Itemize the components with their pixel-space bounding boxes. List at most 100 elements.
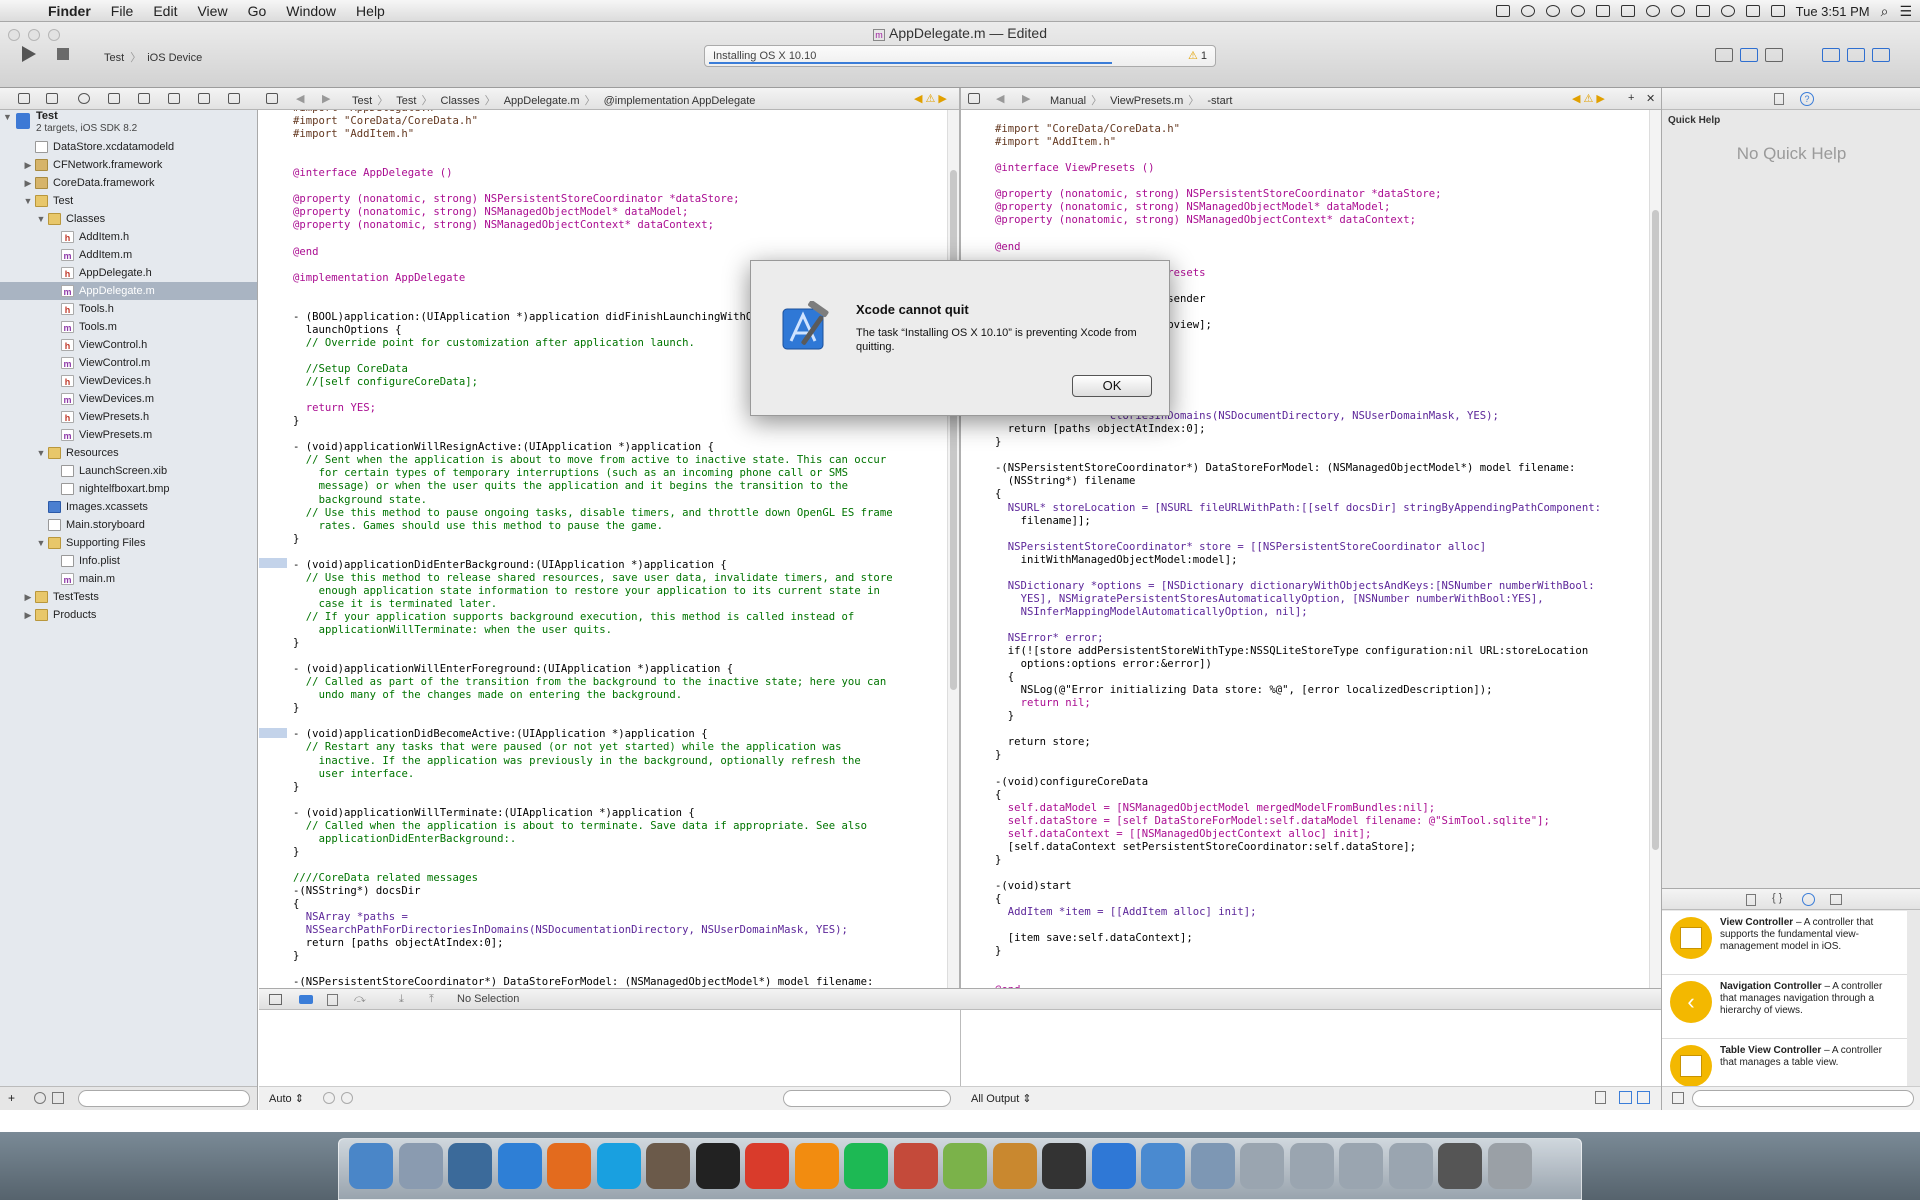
file-tree-item[interactable]: DataStore.xcdatamodeld [0,138,257,156]
forward-arrow-icon-right[interactable]: ▶ [1022,92,1030,105]
disclosure-icon[interactable]: ▼ [36,534,46,552]
debug-area-toggle-icon[interactable] [1847,48,1865,62]
disclosure-icon[interactable]: ▼ [36,444,46,462]
scm-filter-icon[interactable] [52,1092,64,1104]
file-tree-item[interactable]: m AddItem.m [0,246,257,264]
project-navigator-icon[interactable] [18,93,30,104]
dock-item[interactable] [1438,1143,1482,1189]
file-tree-item[interactable]: Images.xcassets [0,498,257,516]
dock-item[interactable] [1289,1143,1334,1189]
dock-item[interactable] [844,1143,888,1189]
file-tree-item[interactable]: h AddItem.h [0,228,257,246]
editor-scrollbar-right[interactable] [1649,110,1661,988]
menu-edit[interactable]: Edit [143,3,187,19]
scroll-thumb[interactable] [1652,210,1659,850]
quick-help-icon[interactable]: ? [1800,92,1814,106]
find-navigator-icon[interactable] [78,93,90,104]
version-editor-icon[interactable] [1765,48,1783,62]
grid-view-icon[interactable] [1672,1092,1684,1104]
ok-button[interactable]: OK [1072,375,1152,397]
media-library-icon[interactable] [1830,894,1842,905]
disclosure-icon[interactable]: ▼ [3,112,12,122]
dock-item[interactable] [398,1143,443,1189]
editor-gutter[interactable] [259,110,289,988]
cloud-icon[interactable] [1545,5,1560,17]
file-tree-item[interactable]: ▶ Products [0,606,257,624]
dock-item[interactable] [1091,1143,1136,1189]
dock-item[interactable] [1487,1143,1532,1189]
clock-text[interactable]: Tue 3:51 PM [1796,4,1870,19]
menu-go[interactable]: Go [238,3,277,19]
clock-icon[interactable] [1670,5,1685,17]
disclosure-icon[interactable]: ▶ [23,606,33,624]
warning-icon[interactable]: ◀ ⚠ ▶ [914,92,947,105]
lock-icon[interactable] [1595,5,1610,17]
flag-icon[interactable] [1770,5,1785,17]
disclosure-icon[interactable]: ▶ [23,174,33,192]
file-tree-item[interactable]: h ViewPresets.h [0,408,257,426]
menu-window[interactable]: Window [276,3,346,19]
bluetooth-icon[interactable] [1695,5,1710,17]
variables-view-icon[interactable] [1619,1091,1632,1104]
dock-item[interactable] [1190,1143,1235,1189]
step-in-icon[interactable]: ⤓ [399,993,404,1006]
file-inspector-icon[interactable] [1774,93,1784,105]
time-machine-icon[interactable] [1570,5,1585,17]
jump-item[interactable]: AppDelegate.m [504,95,580,107]
sync-icon[interactable] [1520,5,1535,17]
forward-arrow-icon[interactable]: ▶ [322,92,330,105]
file-tree-item[interactable]: LaunchScreen.xib [0,462,257,480]
dock-item[interactable] [448,1143,492,1189]
file-tree-item[interactable]: m Tools.m [0,318,257,336]
issue-navigator-icon[interactable] [108,93,120,104]
dock-item[interactable] [1240,1143,1284,1189]
back-arrow-icon-right[interactable]: ◀ [996,92,1004,105]
console-output-select[interactable]: All Output ⇕ [971,1092,1032,1105]
stop-button[interactable] [57,48,69,60]
menu-file[interactable]: File [101,3,144,19]
file-tree-item[interactable]: ▼ Supporting Files [0,534,257,552]
scheme-selector[interactable]: Test 〉 iOS Device [104,49,202,65]
file-tree-item[interactable]: h Tools.h [0,300,257,318]
gutter-marker[interactable] [259,558,287,568]
dock-item[interactable] [695,1143,740,1189]
dock-item[interactable] [547,1143,591,1189]
file-tree-item[interactable]: Info.plist [0,552,257,570]
disclosure-icon[interactable]: ▶ [23,588,33,606]
scroll-thumb[interactable] [950,170,957,690]
battery-icon[interactable] [1620,5,1635,17]
breakpoint-navigator-icon[interactable] [198,93,210,104]
variables-mode-select[interactable]: Auto ⇕ [269,1092,304,1105]
notification-center-icon[interactable]: ☰ [1899,3,1912,20]
disclosure-icon[interactable]: ▼ [36,210,46,228]
back-arrow-icon[interactable]: ◀ [296,92,304,105]
assistant-editor[interactable]: #import "CoreData/CoreData.h" #import "Ad… [961,110,1649,988]
dock-item[interactable] [1141,1143,1185,1189]
file-template-icon[interactable] [1746,894,1756,906]
jump-item[interactable]: Test [396,95,416,107]
primary-editor[interactable]: #import "AppDelegate.h"#import "CoreData… [259,110,947,988]
object-library-icon[interactable] [1802,893,1815,906]
pause-icon[interactable] [327,994,338,1006]
variables-filter-input[interactable] [783,1090,951,1107]
dock-item[interactable] [992,1143,1037,1189]
breakpoints-toggle-icon[interactable] [299,995,313,1004]
dock-item[interactable] [893,1143,938,1189]
file-tree-item[interactable]: ▼ Classes [0,210,257,228]
menu-app-name[interactable]: Finder [38,3,101,19]
file-tree-item[interactable]: ▼ Resources [0,444,257,462]
editor-scrollbar-left[interactable] [947,110,959,988]
recent-filter-icon[interactable] [34,1092,46,1104]
hide-debug-area-icon[interactable] [269,994,282,1005]
file-tree-item[interactable]: m AppDelegate.m [0,282,257,300]
file-tree-item[interactable]: m ViewDevices.m [0,390,257,408]
info-icon[interactable] [341,1092,353,1104]
file-tree-item[interactable]: m ViewPresets.m [0,426,257,444]
run-button[interactable] [22,46,36,62]
utilities-toggle-icon[interactable] [1872,48,1890,62]
dock-item[interactable] [497,1143,542,1189]
standard-editor-icon[interactable] [1715,48,1733,62]
library-item-navigation-controller[interactable]: ‹ Navigation Controller – A controller t… [1662,975,1907,1039]
dock-item[interactable] [1339,1143,1383,1189]
file-tree-item[interactable]: h ViewControl.h [0,336,257,354]
